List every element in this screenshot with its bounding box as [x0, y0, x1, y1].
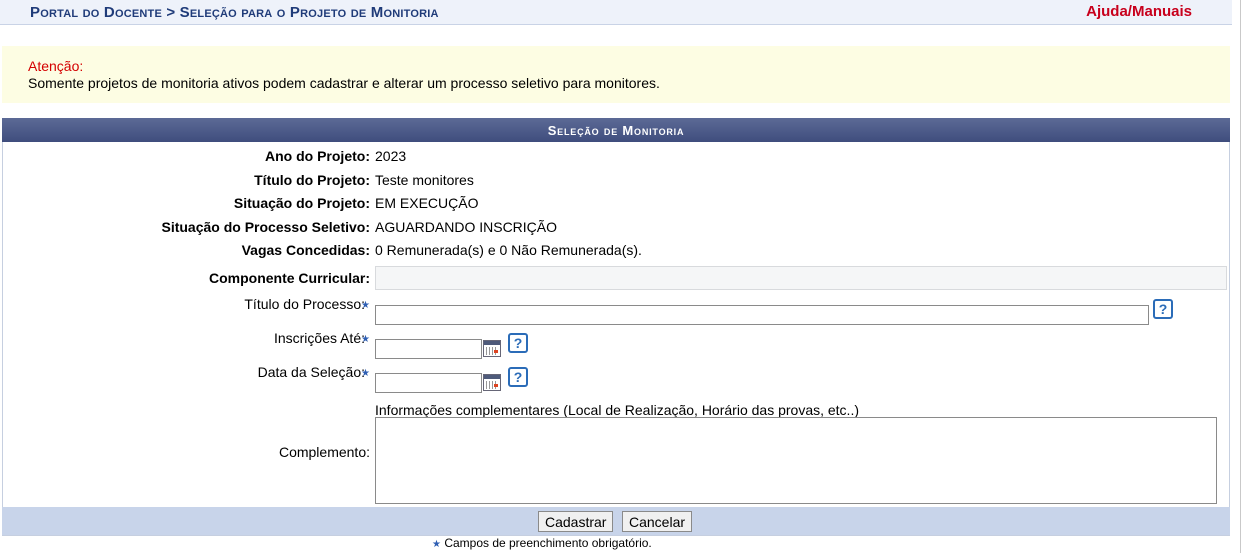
titulo-processo-label: Título do Processo: [244, 296, 365, 312]
breadcrumb: Portal do Docente > Seleção para o Proje… [30, 4, 439, 21]
required-fields-note: ★ Campos de preenchimento obrigatório. [432, 536, 652, 550]
help-question-icon[interactable]: ? [1153, 299, 1173, 319]
button-bar: Cadastrar Cancelar [2, 507, 1230, 535]
calendar-icon[interactable] [483, 340, 501, 357]
cancelar-button[interactable]: Cancelar [622, 511, 693, 532]
complemento-label: Complemento: [278, 444, 370, 460]
titulo-projeto-label: Título do Projeto: [254, 172, 370, 188]
situacao-projeto-label: Situação do Projeto: [233, 195, 370, 211]
ano-label: Ano do Projeto: [265, 148, 370, 164]
inscricoes-date-input[interactable] [375, 339, 482, 359]
required-fields-text: Campos de preenchimento obrigatório. [444, 536, 652, 550]
required-star-icon: ★ [361, 334, 370, 345]
data-selecao-label: Data da Seleção: [257, 364, 365, 380]
help-manuals-link[interactable]: Ajuda/Manuais [1086, 3, 1192, 20]
form-caption: Seleção de Monitoria [2, 118, 1230, 142]
vagas-value: 0 Remunerada(s) e 0 Não Remunerada(s). [375, 242, 642, 258]
page-right-border [1240, 0, 1241, 553]
titulo-projeto-value: Teste monitores [375, 172, 474, 188]
ano-value: 2023 [375, 148, 407, 164]
cadastrar-button[interactable]: Cadastrar [538, 511, 614, 532]
required-star-icon: ★ [361, 368, 370, 379]
inscricoes-label: Inscrições Até: [273, 330, 365, 346]
situacao-processo-value: AGUARDANDO INSCRIÇÃO [375, 219, 558, 235]
required-star-icon: ★ [432, 539, 441, 550]
warning-title: Atenção: [28, 58, 84, 74]
calendar-icon[interactable] [483, 374, 501, 391]
titulo-processo-input[interactable] [375, 305, 1149, 325]
situacao-processo-label: Situação do Processo Seletivo: [161, 219, 370, 235]
warning-panel: Atenção: Somente projetos de monitoria a… [2, 46, 1230, 103]
data-selecao-date-input[interactable] [375, 373, 482, 393]
componente-label: Componente Curricular: [208, 270, 370, 286]
warning-message: Somente projetos de monitoria ativos pod… [28, 75, 660, 91]
complemento-textarea[interactable] [375, 417, 1217, 504]
vagas-label: Vagas Concedidas: [241, 242, 370, 258]
help-question-icon[interactable]: ? [508, 333, 528, 353]
complemento-hint: Informações complementares (Local de Rea… [375, 402, 859, 418]
help-question-icon[interactable]: ? [508, 367, 528, 387]
componente-curricular-field [375, 266, 1227, 290]
situacao-projeto-value: EM EXECUÇÃO [375, 195, 479, 211]
top-navigation-bar: Portal do Docente > Seleção para o Proje… [0, 0, 1232, 25]
required-star-icon: ★ [361, 300, 370, 311]
